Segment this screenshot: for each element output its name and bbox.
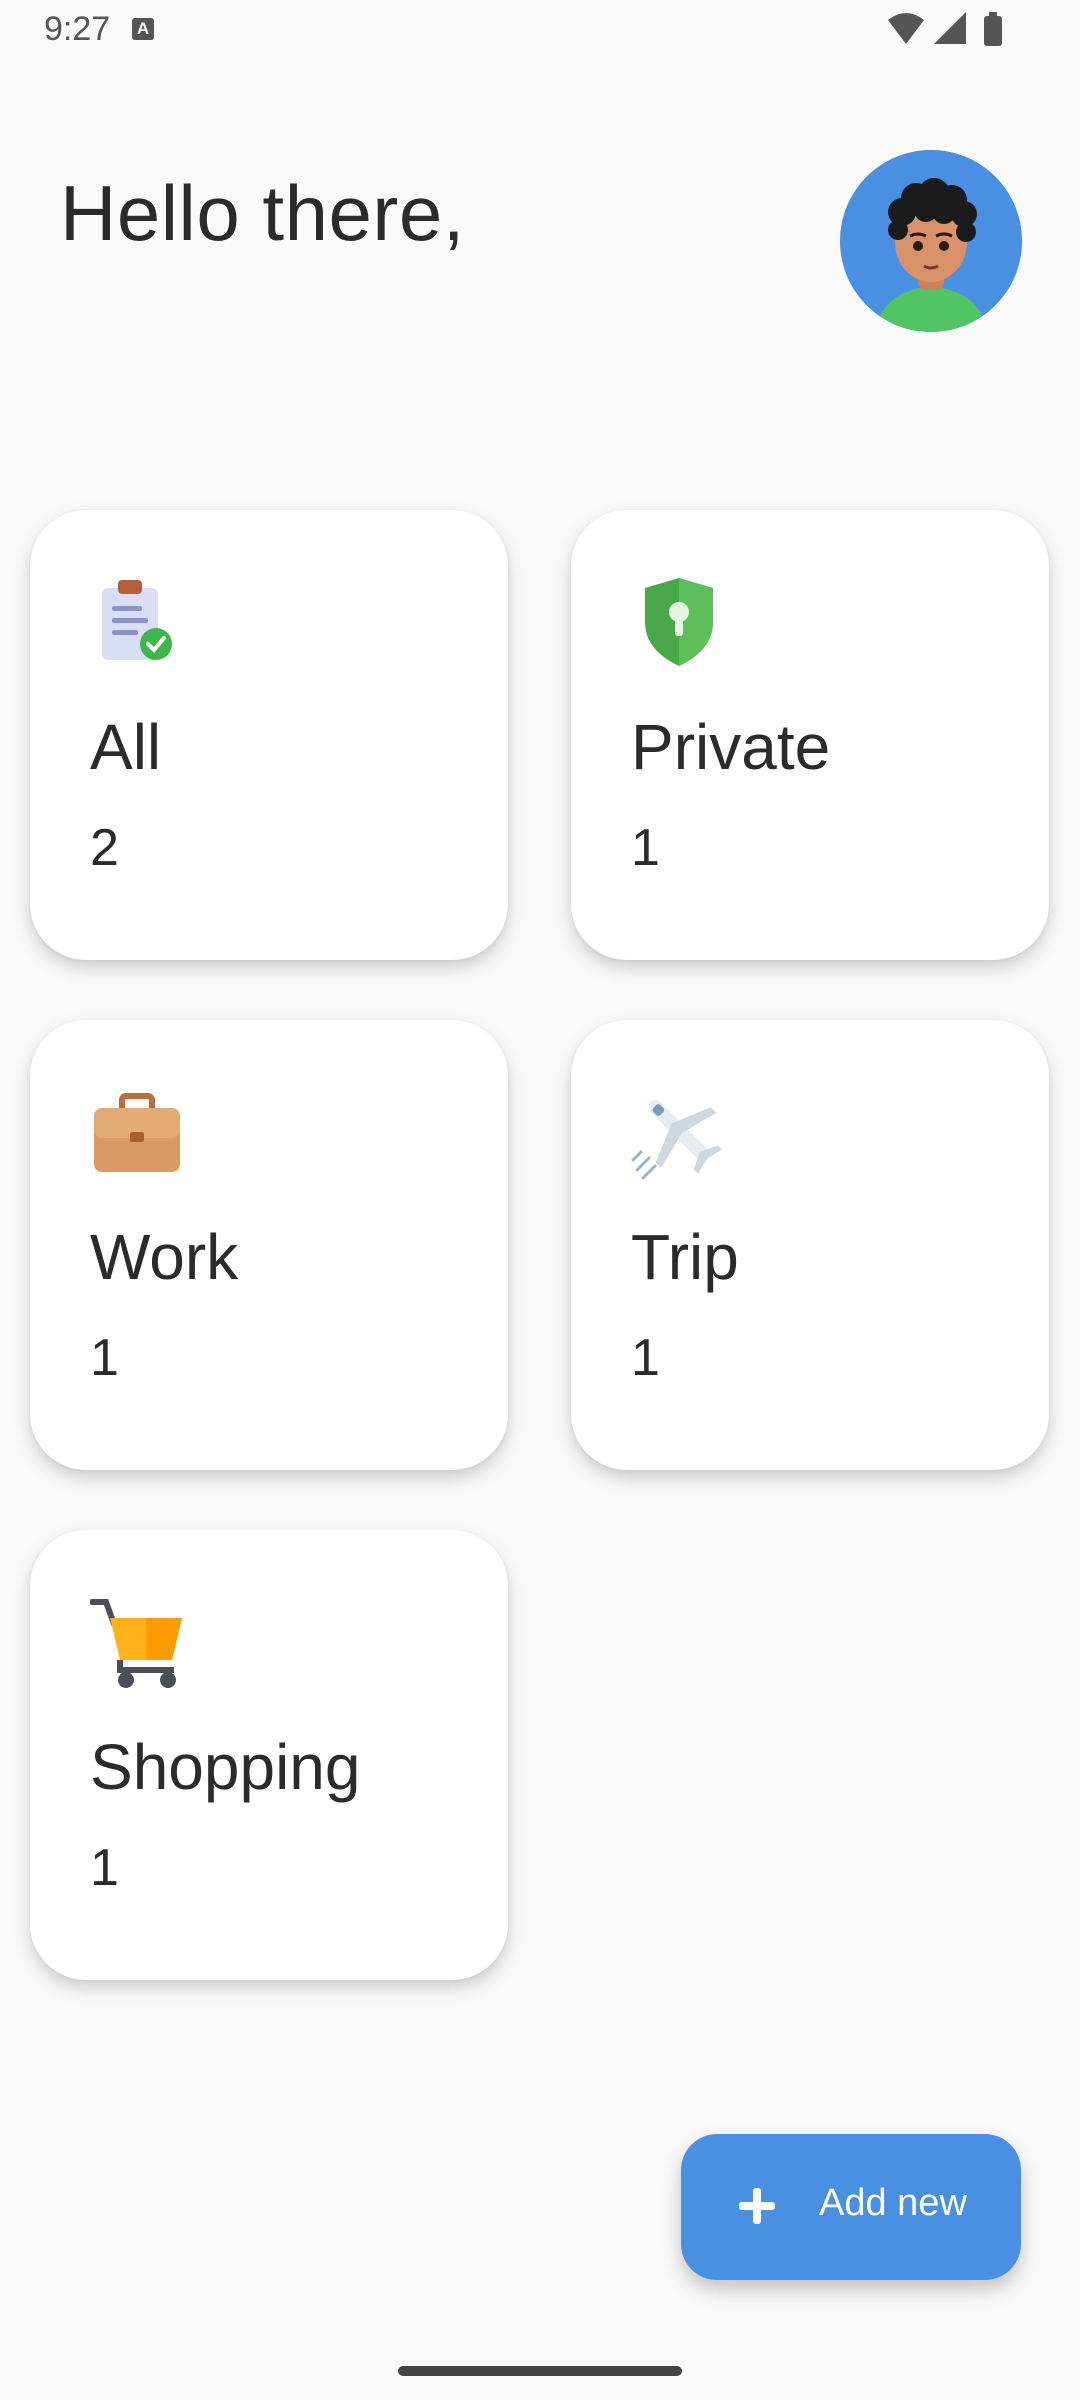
shopping-cart-icon (90, 1599, 182, 1688)
avatar[interactable] (840, 150, 1022, 332)
clipboard-check-icon (102, 580, 172, 660)
category-card-private[interactable]: Private 1 (571, 510, 1049, 960)
home-indicator[interactable] (398, 2366, 682, 2376)
category-card-work[interactable]: Work 1 (30, 1020, 508, 1470)
category-count: 1 (90, 1329, 119, 1387)
category-count: 1 (90, 1839, 119, 1897)
category-label: All (90, 711, 162, 783)
category-count: 2 (90, 819, 119, 877)
category-label: Private (631, 711, 831, 783)
user-avatar-icon (840, 150, 1022, 332)
category-label: Trip (631, 1221, 739, 1293)
greeting-title: Hello there, (60, 169, 465, 257)
category-card-all[interactable]: All 2 (30, 510, 508, 960)
shield-lock-icon (645, 578, 713, 666)
status-icons (888, 12, 1002, 46)
status-bar: 9:27 A (0, 0, 1080, 64)
category-label: Shopping (90, 1731, 361, 1803)
airplane-icon (631, 1100, 723, 1180)
add-new-button[interactable]: Add new (681, 2134, 1021, 2280)
wifi-icon (888, 13, 924, 44)
add-new-label: Add new (819, 2182, 967, 2224)
notification-icon: A (132, 18, 154, 40)
plus-icon (739, 2188, 775, 2224)
briefcase-icon (94, 1093, 180, 1172)
battery-icon (984, 12, 1002, 46)
category-card-trip[interactable]: Trip 1 (571, 1020, 1049, 1470)
category-card-shopping[interactable]: Shopping 1 (30, 1530, 508, 1980)
signal-icon (934, 12, 966, 44)
category-count: 1 (631, 819, 660, 877)
status-time: 9:27 (44, 10, 111, 48)
category-label: Work (90, 1221, 239, 1293)
category-count: 1 (631, 1329, 660, 1387)
